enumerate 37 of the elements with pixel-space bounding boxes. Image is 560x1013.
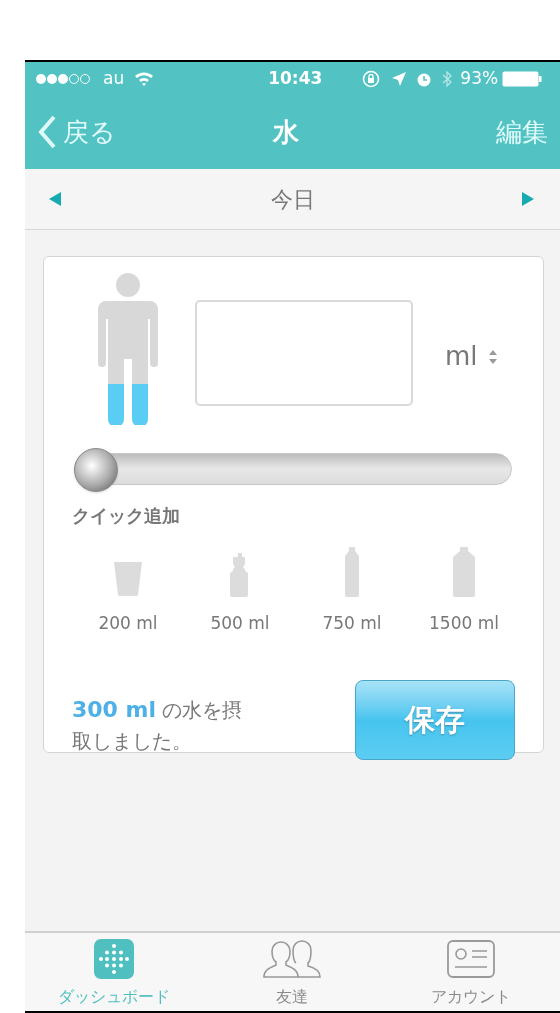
back-button[interactable]: 戻る [37, 112, 116, 152]
id-card-icon [446, 940, 495, 978]
next-day-button[interactable] [522, 191, 536, 207]
bottle-icon [343, 547, 361, 597]
quick-add-button[interactable]: 1500 ml [408, 545, 520, 637]
quick-add-button[interactable]: 750 ml [296, 545, 408, 637]
carrier-text: au [103, 66, 125, 90]
quick-add-button[interactable]: 500 ml [184, 545, 296, 637]
slider-thumb[interactable] [74, 448, 118, 492]
chevron-left-icon [37, 115, 57, 149]
tab-bar-item[interactable]: ダッシュボード [25, 933, 204, 1011]
previous-day-button[interactable] [49, 191, 63, 207]
large-bottle-icon [451, 547, 477, 597]
screen-title: 水 [273, 115, 299, 149]
up-down-arrows-icon [487, 348, 498, 365]
bluetooth-icon [442, 69, 453, 88]
wifi-icon [134, 71, 155, 86]
quick-add-heading: クイック追加 [72, 504, 181, 528]
dots-grid-icon [94, 939, 135, 979]
amount-input-field[interactable] [195, 300, 413, 406]
edit-button[interactable]: 編集 [496, 112, 548, 152]
rotation-lock-icon [362, 69, 381, 88]
sport-bottle-icon [230, 553, 250, 597]
cup-icon [114, 561, 142, 597]
clock-text: 10:43 [268, 66, 323, 90]
date-label: 今日 [270, 185, 315, 214]
location-icon [392, 71, 407, 86]
unit-selector[interactable]: ml [445, 337, 478, 376]
save-button[interactable]: 保存 [355, 679, 515, 760]
two-people-icon [262, 939, 323, 979]
quick-add-button[interactable]: 200 ml [72, 545, 184, 637]
intake-summary-text: 300 ml の水を摂取しました。 [72, 695, 244, 755]
battery-text: 93% [460, 66, 499, 90]
signal-icon [35, 71, 91, 86]
tab-bar-item[interactable]: アカウント [381, 933, 560, 1011]
battery-icon [502, 70, 543, 87]
tab-bar-item[interactable]: 友達 [203, 933, 382, 1011]
